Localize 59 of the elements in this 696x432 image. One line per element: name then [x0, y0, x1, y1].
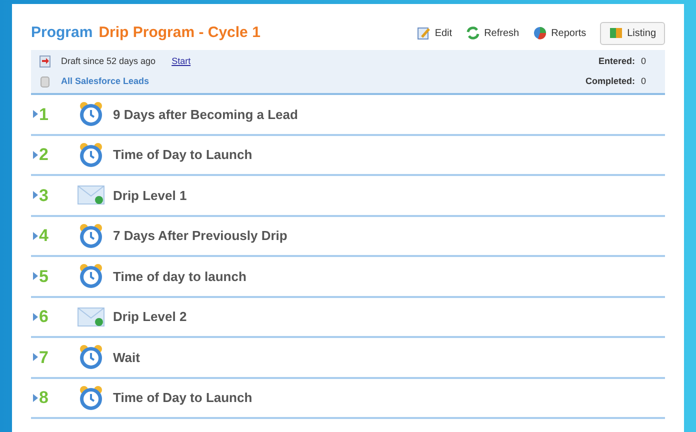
- step-title: Time of day to launch: [113, 268, 246, 286]
- step-title: 9 Days after Becoming a Lead: [113, 106, 298, 124]
- reports-button[interactable]: Reports: [533, 22, 586, 44]
- listing-button[interactable]: Listing: [600, 22, 665, 44]
- flow-step-row[interactable]: 3 Drip Level 1: [31, 176, 665, 216]
- stat-value: 0: [641, 74, 648, 88]
- database-icon: [39, 74, 51, 88]
- step-title: Drip Level 1: [113, 186, 187, 205]
- alarm-clock-icon: [78, 222, 104, 249]
- step-number: 5: [39, 266, 48, 288]
- draft-document-icon: [39, 55, 51, 68]
- program-label: Program: [31, 22, 93, 43]
- step-number: 3: [39, 184, 48, 206]
- expand-triangle-icon[interactable]: [33, 191, 38, 200]
- step-title: 7 Days After Previously Drip: [113, 227, 288, 245]
- expand-triangle-icon[interactable]: [33, 312, 38, 321]
- step-number: 4: [39, 225, 48, 247]
- alarm-clock-icon: [78, 101, 104, 128]
- stat-value: 0: [641, 55, 648, 68]
- refresh-icon: [466, 26, 480, 40]
- alarm-clock-icon: [78, 263, 104, 290]
- expand-triangle-icon[interactable]: [33, 272, 38, 280]
- step-title: Drip Level 2: [113, 308, 187, 326]
- alarm-clock-icon: [78, 142, 104, 168]
- flow-step-row[interactable]: 5 Time of day to launch: [31, 257, 665, 298]
- expand-triangle-icon[interactable]: [33, 150, 38, 159]
- pie-chart-icon: [533, 26, 548, 40]
- alarm-clock-icon: [78, 344, 104, 370]
- flow-step-row[interactable]: 1 9 Days after Becoming a Lead: [31, 95, 665, 136]
- step-number: 1: [39, 104, 48, 126]
- flow-step-row[interactable]: 4 7 Days After Previously Drip: [31, 216, 665, 257]
- expand-triangle-icon[interactable]: [33, 110, 38, 118]
- step-number: 6: [39, 306, 48, 328]
- step-number: 7: [39, 346, 48, 368]
- draft-status: Draft since 52 days ago: [61, 55, 156, 68]
- expand-triangle-icon[interactable]: [33, 232, 38, 240]
- expand-triangle-icon[interactable]: [33, 353, 38, 362]
- stat-label: Completed:: [586, 74, 635, 88]
- step-number: 2: [39, 144, 48, 166]
- alarm-clock-icon: [78, 384, 104, 411]
- flow-step-row[interactable]: 2 Time of Day to Launch: [31, 136, 665, 176]
- step-title: Time of Day to Launch: [113, 146, 252, 164]
- stat-label: Entered:: [598, 55, 635, 68]
- edit-button[interactable]: Edit: [416, 22, 452, 44]
- step-number: 8: [39, 387, 48, 409]
- smart-list-link[interactable]: All Salesforce Leads: [61, 74, 150, 88]
- step-title: Wait: [113, 348, 140, 366]
- flow-step-row[interactable]: 8 Time of Day to Launch: [31, 378, 665, 419]
- start-link[interactable]: Start: [172, 55, 191, 68]
- envelope-icon: [77, 185, 105, 206]
- notepad-pencil-icon: [416, 26, 431, 40]
- flow-step-row[interactable]: 7 Wait: [31, 338, 665, 378]
- envelope-icon: [77, 306, 105, 327]
- grid-list-icon: [609, 26, 624, 40]
- step-title: Time of Day to Launch: [113, 389, 252, 407]
- program-name: Drip Program - Cycle 1: [98, 22, 260, 43]
- expand-triangle-icon[interactable]: [33, 394, 38, 402]
- flow-step-row[interactable]: 6 Drip Level 2: [31, 298, 665, 338]
- refresh-button[interactable]: Refresh: [466, 22, 520, 44]
